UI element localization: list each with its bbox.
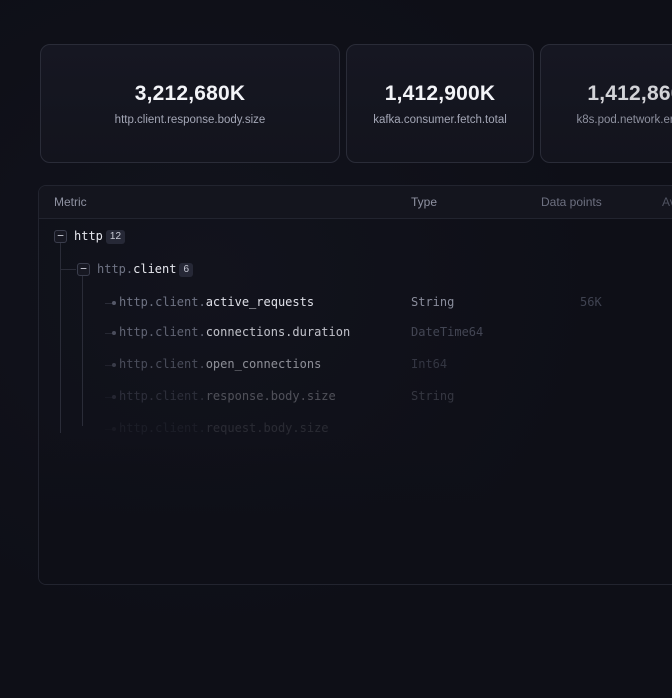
tree-guide-line [61, 269, 76, 270]
table-row[interactable]: http.client.active_requests String 56K [39, 294, 672, 314]
count-badge: 12 [105, 230, 126, 244]
tree-node-http-client[interactable]: http.client 6 [97, 262, 194, 277]
tree-node-label: client [133, 262, 177, 276]
table-row[interactable]: http.client.open_connections Int64 [39, 356, 672, 376]
metric-name: http.client.response.body.size [119, 389, 336, 403]
metric-name: http.client.open_connections [119, 357, 322, 371]
count-badge: 6 [179, 263, 194, 277]
column-header-metric[interactable]: Metric [54, 186, 87, 218]
leaf-dot-icon [112, 427, 116, 431]
column-header-data-points[interactable]: Data points [541, 186, 602, 218]
tree-node-label: http [74, 229, 103, 243]
leaf-dot-icon [112, 331, 116, 335]
data-points-cell: 56K [580, 295, 602, 309]
column-header-type[interactable]: Type [411, 186, 437, 218]
tree-node-http[interactable]: http 12 [74, 229, 126, 244]
stat-card[interactable]: 1,412,900K kafka.consumer.fetch.total [346, 44, 534, 163]
tree-node-prefix: http. [97, 262, 134, 276]
type-cell: DateTime64 [411, 325, 484, 339]
stat-label: http.client.response.body.size [114, 113, 266, 126]
metric-name: http.client.connections.duration [119, 325, 351, 339]
stat-value: 3,212,680K [134, 81, 246, 105]
type-cell: Int64 [411, 357, 448, 371]
table-row[interactable]: http.client.connections.duration DateTim… [39, 324, 672, 344]
fade-overlay [39, 436, 672, 584]
stat-card[interactable]: 3,212,680K http.client.response.body.siz… [40, 44, 340, 163]
type-cell: String [411, 389, 455, 403]
metrics-dashboard: 3,212,680K http.client.response.body.siz… [0, 0, 672, 698]
table-row[interactable]: http.client.request.body.size [39, 420, 672, 440]
stat-value: 1,412,860 [587, 81, 672, 105]
type-cell: String [411, 295, 455, 309]
column-header-avg[interactable]: Av [662, 186, 672, 218]
stat-card[interactable]: 1,412,860 k8s.pod.network.errors [540, 44, 672, 163]
stat-label: k8s.pod.network.errors [576, 113, 672, 126]
table-row[interactable]: http.client.response.body.size String [39, 388, 672, 408]
collapse-toggle-icon[interactable]: − [54, 230, 67, 243]
metric-name: http.client.active_requests [119, 295, 315, 309]
leaf-dot-icon [112, 363, 116, 367]
table-header: Metric Type Data points Av [39, 186, 672, 219]
collapse-toggle-icon[interactable]: − [77, 263, 90, 276]
stat-label: kafka.consumer.fetch.total [373, 113, 507, 126]
metric-name: http.client.request.body.size [119, 421, 329, 435]
metrics-table: Metric Type Data points Av − http12 − ht… [38, 185, 672, 585]
stat-value: 1,412,900K [384, 81, 496, 105]
leaf-dot-icon [112, 395, 116, 399]
leaf-dot-icon [112, 301, 116, 305]
